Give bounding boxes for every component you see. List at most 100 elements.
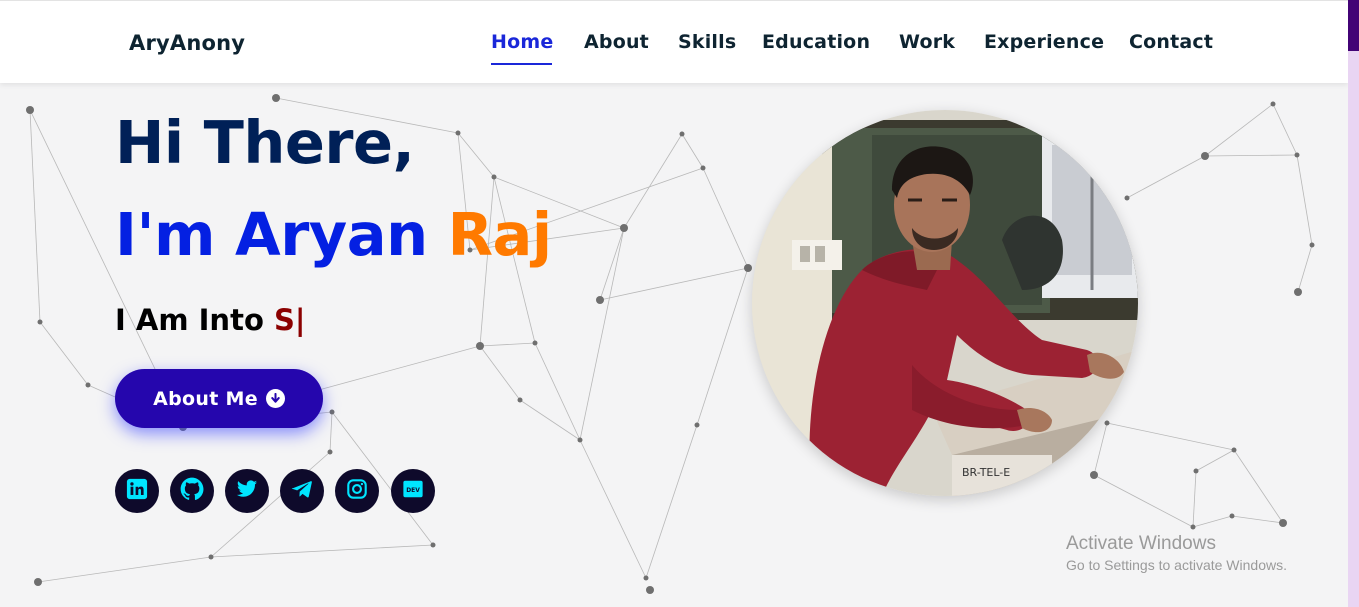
- typed-prefix: I Am Into: [115, 303, 264, 337]
- network-line: [681, 133, 704, 169]
- hero-name: I'm Aryan Raj: [115, 200, 552, 269]
- nav-link-skills[interactable]: Skills: [678, 31, 736, 53]
- scrollbar-track[interactable]: [1348, 0, 1359, 607]
- nav-link-work[interactable]: Work: [899, 31, 955, 53]
- dev-icon-label: DEV: [406, 487, 420, 494]
- network-line: [457, 132, 495, 178]
- network-node: [577, 437, 583, 443]
- network-node: [1309, 242, 1315, 248]
- network-node: [85, 382, 91, 388]
- twitter-link[interactable]: [225, 469, 269, 513]
- telegram-icon: [290, 478, 314, 504]
- network-node: [1193, 468, 1199, 474]
- network-node: [679, 131, 685, 137]
- network-node: [1104, 420, 1110, 426]
- network-node: [430, 542, 436, 548]
- network-node: [272, 94, 280, 102]
- network-node: [1294, 288, 1302, 296]
- hero-name-first: I'm Aryan: [115, 200, 428, 269]
- arrow-circle-down-icon: [265, 389, 285, 408]
- network-line: [1106, 422, 1235, 451]
- nav-link-contact[interactable]: Contact: [1129, 31, 1213, 53]
- about-me-button[interactable]: About Me: [115, 369, 323, 428]
- network-line: [645, 424, 698, 579]
- hero-name-last: Raj: [447, 200, 552, 269]
- network-line: [479, 345, 521, 401]
- desk-label: BR-TEL-E: [962, 466, 1010, 479]
- navbar: AryAnony Home About Skills Education Wor…: [0, 0, 1348, 83]
- network-node: [491, 174, 497, 180]
- network-line: [599, 267, 749, 301]
- network-line: [623, 133, 683, 229]
- instagram-icon: [346, 478, 368, 504]
- active-nav-underline: [491, 63, 552, 65]
- network-line: [329, 411, 333, 453]
- network-node: [1190, 524, 1196, 530]
- network-line: [1296, 154, 1313, 246]
- network-node: [646, 586, 654, 594]
- network-line: [39, 321, 89, 386]
- activate-windows-subtitle: Go to Settings to activate Windows.: [1066, 557, 1287, 573]
- network-line: [1093, 422, 1108, 476]
- linkedin-icon: [126, 478, 148, 504]
- telegram-link[interactable]: [280, 469, 324, 513]
- network-node: [744, 264, 752, 272]
- about-me-label: About Me: [153, 387, 258, 410]
- network-line: [702, 167, 749, 269]
- network-node: [37, 319, 43, 325]
- network-node: [329, 409, 335, 415]
- network-line: [1272, 103, 1298, 156]
- activate-windows-watermark: Activate Windows Go to Settings to activ…: [1066, 533, 1287, 573]
- network-node: [517, 397, 523, 403]
- network-node: [455, 130, 461, 136]
- network-node: [1090, 471, 1098, 479]
- hero-typed-line: I Am Into S|: [115, 303, 305, 337]
- network-node: [643, 575, 649, 581]
- network-line: [579, 439, 647, 579]
- typed-text: S|: [273, 303, 306, 337]
- network-line: [1233, 449, 1284, 524]
- network-line: [1192, 515, 1233, 528]
- network-line: [579, 227, 625, 441]
- network-line: [599, 227, 625, 301]
- network-node: [34, 578, 42, 586]
- nav-link-experience[interactable]: Experience: [984, 31, 1104, 53]
- network-node: [700, 165, 706, 171]
- network-line: [1195, 449, 1235, 472]
- network-line: [1204, 103, 1274, 157]
- network-line: [37, 556, 212, 583]
- network-line: [1231, 515, 1284, 524]
- nav-link-about[interactable]: About: [584, 31, 649, 53]
- network-node: [694, 422, 700, 428]
- network-node: [1279, 519, 1287, 527]
- network-node: [620, 224, 628, 232]
- network-line: [1126, 155, 1206, 199]
- network-line: [1204, 154, 1298, 157]
- network-node: [1201, 152, 1209, 160]
- instagram-link[interactable]: [335, 469, 379, 513]
- nav-link-home[interactable]: Home: [491, 31, 553, 53]
- network-node: [532, 340, 538, 346]
- activate-windows-title: Activate Windows: [1066, 533, 1216, 554]
- dev-link[interactable]: DEV: [391, 469, 435, 513]
- network-node: [327, 449, 333, 455]
- network-line: [479, 342, 536, 347]
- network-line: [210, 544, 434, 558]
- github-link[interactable]: [170, 469, 214, 513]
- social-links: DEV: [115, 469, 445, 513]
- nav-link-education[interactable]: Education: [762, 31, 870, 53]
- network-node: [26, 106, 34, 114]
- network-node: [1231, 447, 1237, 453]
- network-line: [1297, 244, 1313, 293]
- network-line: [696, 267, 749, 426]
- network-node: [1229, 513, 1235, 519]
- dev-icon: DEV: [402, 478, 424, 504]
- network-node: [208, 554, 214, 560]
- network-line: [29, 109, 41, 323]
- network-line: [1192, 470, 1197, 528]
- linkedin-link[interactable]: [115, 469, 159, 513]
- network-node: [1294, 152, 1300, 158]
- network-node: [476, 342, 484, 350]
- nav-links: Home About Skills Education Work Experie…: [0, 31, 1348, 71]
- scrollbar-thumb[interactable]: [1348, 0, 1359, 51]
